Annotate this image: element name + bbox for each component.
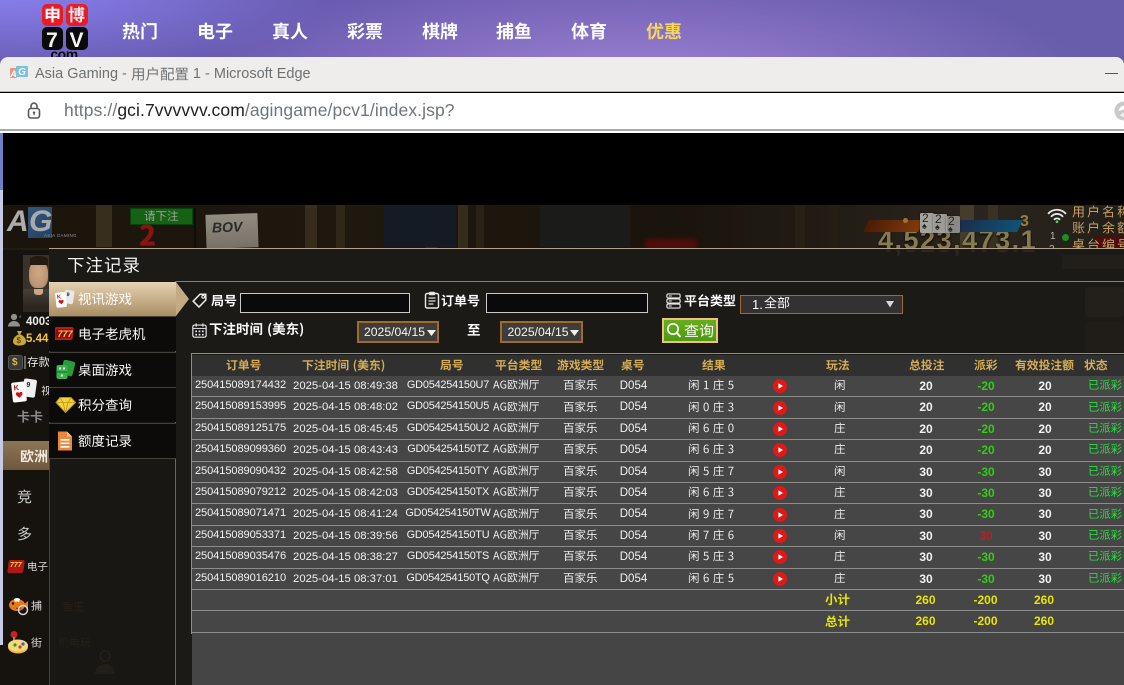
svg-text:*: * bbox=[19, 316, 22, 322]
svg-text:K: K bbox=[57, 294, 62, 300]
svg-text:$: $ bbox=[17, 336, 22, 345]
svg-text:777: 777 bbox=[58, 329, 74, 339]
